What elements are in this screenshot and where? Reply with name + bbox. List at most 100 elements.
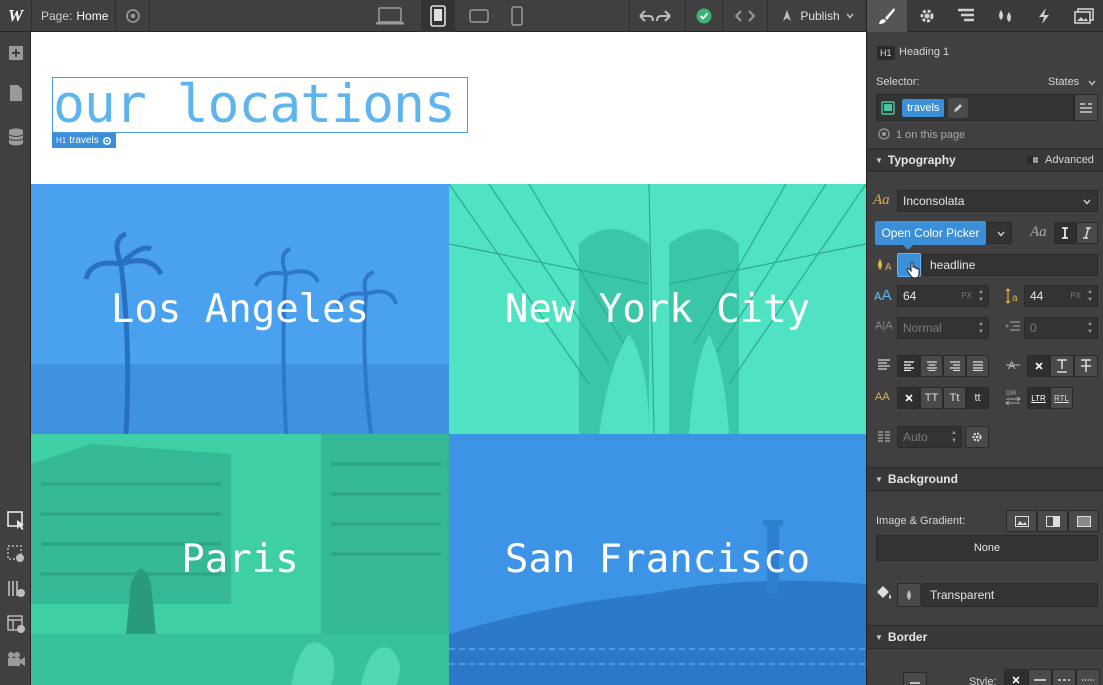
align-center-button[interactable] [920, 355, 943, 377]
font-style-icon: Aa [1030, 224, 1047, 240]
text-indent-icon [1005, 320, 1021, 334]
color-picker-tooltip: Open Color Picker [875, 221, 986, 250]
color-name-field[interactable]: headline [922, 254, 1098, 276]
location-tile-new-york-city[interactable]: New York City [449, 184, 866, 434]
swatches-drops-icon[interactable] [985, 0, 1025, 32]
line-height-stepper[interactable]: ▲ ▼ [1085, 287, 1095, 305]
border-title: Border [887, 630, 928, 644]
panel-tabs [867, 0, 1103, 32]
location-tile-paris[interactable]: Paris [31, 434, 449, 685]
image-gradient-label: Image & Gradient: [876, 515, 966, 527]
element-badge[interactable]: H1 travels [52, 133, 116, 148]
code-export-icon[interactable] [723, 0, 767, 32]
assets-images-icon[interactable] [1064, 0, 1103, 32]
phone-landscape-view-icon[interactable] [462, 0, 496, 32]
edit-pencil-icon[interactable] [948, 97, 969, 118]
text-indent-input[interactable]: 0 ▲ ▼ [1024, 317, 1098, 339]
preview-box-icon[interactable] [0, 539, 31, 569]
border-style-none-button[interactable] [1004, 669, 1028, 685]
style-brush-icon[interactable] [867, 0, 907, 32]
background-color-field[interactable]: Transparent [922, 583, 1098, 607]
element-badge-class: travels [69, 135, 99, 146]
columns-input[interactable]: Auto ▲ ▼ [897, 426, 962, 448]
background-title: Background [887, 472, 958, 486]
advanced-label[interactable]: Advanced [1045, 154, 1094, 166]
device-tablet-icon [881, 100, 895, 115]
svg-text:DIR: DIR [1006, 391, 1017, 397]
selector-class-chip[interactable]: travels [902, 98, 945, 117]
decoration-none-button[interactable] [1027, 355, 1050, 377]
interactions-bolt-icon[interactable] [1024, 0, 1064, 32]
transform-capitalize-button[interactable]: Tt [943, 387, 966, 409]
font-size-icon: ᴀA [874, 287, 892, 304]
columns-stepper[interactable]: ▲ ▼ [949, 428, 959, 446]
line-height-unit: PX [1070, 291, 1081, 300]
grid-overlay-icon[interactable] [0, 574, 31, 604]
tablet-view-icon[interactable] [421, 0, 455, 32]
columns-settings-gear-icon[interactable] [965, 426, 989, 448]
direction-rtl-button[interactable]: RTL [1050, 387, 1073, 409]
desktop-view-icon[interactable] [373, 0, 407, 32]
selector-menu-icon[interactable] [1074, 94, 1098, 121]
add-image-icon[interactable] [1006, 510, 1037, 532]
video-tutorials-icon[interactable] [0, 644, 31, 674]
settings-gear-icon[interactable] [907, 0, 947, 32]
preview-eye-icon[interactable] [116, 0, 149, 32]
background-image-list[interactable]: None [876, 535, 1098, 561]
location-tile-los-angeles[interactable]: Los Angeles [31, 184, 449, 434]
heading-element-selected[interactable]: our locations [52, 77, 468, 133]
border-style-solid-button[interactable] [1028, 669, 1052, 685]
transform-uppercase-button[interactable]: TT [920, 387, 943, 409]
font-family-select[interactable]: Inconsolata [897, 190, 1098, 212]
add-element-icon[interactable] [0, 38, 31, 68]
publish-button[interactable]: Publish [768, 0, 866, 32]
chevron-down-icon[interactable] [1087, 77, 1097, 89]
states-dropdown[interactable]: States [1048, 76, 1079, 88]
location-tile-san-francisco[interactable]: San Francisco [449, 434, 866, 685]
select-tool-icon[interactable] [0, 505, 31, 535]
align-left-button[interactable] [897, 355, 920, 377]
background-section-header[interactable]: ▼ Background [867, 467, 1103, 491]
align-justify-button[interactable] [966, 355, 989, 377]
border-section-header[interactable]: ▼ Border [867, 625, 1103, 649]
design-canvas[interactable]: our locations H1 travels Los Angeles New… [31, 32, 866, 685]
font-size-stepper[interactable]: ▲ ▼ [976, 287, 986, 305]
phone-portrait-view-icon[interactable] [500, 0, 534, 32]
selector-field[interactable]: travels [876, 94, 1074, 121]
font-size-input[interactable]: 64 PX ▲ ▼ [897, 285, 989, 307]
direction-ltr-button[interactable]: LTR [1027, 387, 1050, 409]
cms-database-icon[interactable] [0, 122, 31, 152]
border-all-sides-icon[interactable] [903, 672, 927, 685]
font-style-italic-button[interactable] [1076, 222, 1098, 244]
decoration-strikethrough-button[interactable] [1074, 355, 1098, 377]
add-linear-gradient-icon[interactable] [1037, 510, 1068, 532]
letter-spacing-input[interactable]: Normal ▲ ▼ [897, 317, 989, 339]
settings-gear-icon[interactable] [102, 136, 112, 146]
left-toolbar [0, 32, 31, 685]
letter-spacing-stepper[interactable]: ▲ ▼ [976, 319, 986, 337]
line-height-icon: a [1005, 287, 1021, 305]
top-toolbar: W Page: Home Publish [0, 0, 866, 32]
line-height-input[interactable]: 44 PX ▲ ▼ [1024, 285, 1098, 307]
add-color-overlay-icon[interactable] [1068, 510, 1099, 532]
decoration-underline-button[interactable] [1050, 355, 1074, 377]
font-style-normal-button[interactable] [1054, 222, 1076, 244]
columns-icon [876, 430, 892, 444]
webflow-logo[interactable]: W [0, 0, 31, 32]
layout-preview-icon[interactable] [0, 609, 31, 639]
border-style-dashed-button[interactable] [1052, 669, 1076, 685]
page-prefix: Page: [41, 9, 73, 23]
page-heading[interactable]: our locations [53, 77, 456, 133]
align-right-button[interactable] [943, 355, 966, 377]
navigator-icon[interactable] [946, 0, 986, 32]
page-selector[interactable]: Page: Home [41, 0, 108, 32]
text-indent-stepper[interactable]: ▲ ▼ [1085, 319, 1095, 337]
border-style-dotted-button[interactable] [1076, 669, 1100, 685]
status-check-icon[interactable] [686, 0, 722, 32]
transform-lowercase-button[interactable]: tt [966, 387, 989, 409]
undo-redo-icon[interactable] [630, 0, 680, 32]
advanced-toggle-icon[interactable] [1027, 155, 1039, 165]
pages-icon[interactable] [0, 78, 31, 108]
transform-none-button[interactable] [897, 387, 920, 409]
background-color-swatch[interactable] [897, 583, 921, 607]
